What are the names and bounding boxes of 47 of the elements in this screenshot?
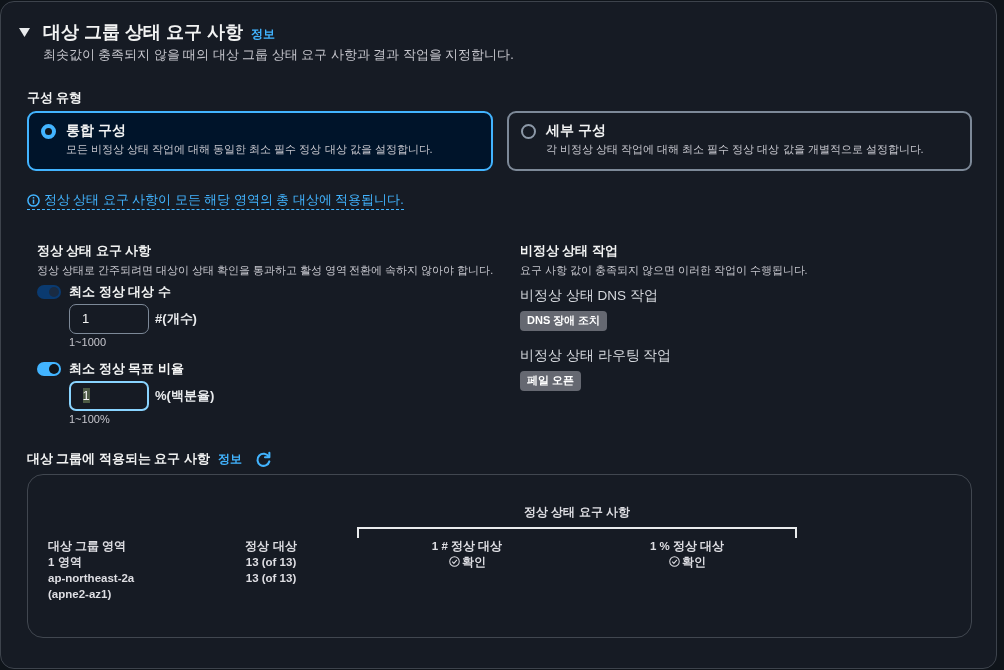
section-heading: 정상 상태 요구 사항 bbox=[37, 242, 152, 260]
toggle-label: 최소 정상 대상 수 bbox=[69, 282, 171, 301]
action-value-tag: 페일 오픈 bbox=[520, 370, 582, 391]
section-heading: 비정상 상태 작업 bbox=[520, 242, 618, 260]
option-description: 각 비정상 상태 작업에 대해 최소 필수 정상 대상 값을 개별적으로 설정합니다. bbox=[546, 142, 924, 157]
radio-card[interactable]: 세부 구성 각 비정상 상태 작업에 대해 최소 필수 정상 대상 값을 개별적으로 설정합니다. bbox=[507, 111, 972, 171]
radio-button[interactable] bbox=[41, 124, 56, 139]
status-text: 확인 bbox=[681, 554, 706, 570]
action-value-tag: DNS 장애 조치 bbox=[520, 310, 608, 331]
radio-button[interactable] bbox=[521, 124, 536, 139]
section-description: 정상 상태로 간주되려면 대상이 상태 확인을 통과하고 활성 영역 전환에 속하지 않아야 합니다. bbox=[37, 262, 494, 278]
action-label: 비정상 상태 DNS 작업 bbox=[520, 286, 658, 305]
column-group-header: 정상 상태 요구 사항 bbox=[524, 504, 630, 520]
check-circle-icon bbox=[668, 556, 680, 567]
action-label: 비정상 상태 라우팅 작업 bbox=[520, 346, 672, 365]
table-cell-text: 13 (of 13) bbox=[245, 570, 297, 586]
caret-icon[interactable] bbox=[19, 26, 30, 38]
section-title: 대상 그룹 상태 요구 사항 bbox=[43, 21, 243, 43]
toggle-switch[interactable] bbox=[37, 361, 61, 376]
radio-card[interactable]: 통합 구성 모든 비정상 상태 작업에 대해 동일한 최소 필수 정상 대상 값을 설정합니다. bbox=[27, 111, 493, 171]
field-label: 구성 유형 bbox=[27, 90, 83, 107]
unit-label: #(개수) bbox=[155, 309, 197, 328]
column-header: 대상 그룹 영역 bbox=[48, 538, 127, 554]
column-header: 정상 대상 bbox=[245, 538, 297, 554]
section-heading: 대상 그룹에 적용되는 요구 사항 bbox=[27, 451, 210, 468]
table-cell-text: 13 (of 13) bbox=[245, 554, 297, 570]
info-icon bbox=[27, 193, 40, 207]
check-circle-icon bbox=[448, 556, 460, 567]
option-title: 세부 구성 bbox=[546, 122, 606, 140]
hint-text: 1~1000 bbox=[69, 334, 106, 349]
number-input[interactable]: 1 bbox=[69, 380, 149, 411]
refresh-icon[interactable] bbox=[254, 451, 272, 468]
option-title: 통합 구성 bbox=[66, 122, 126, 140]
info-popover-link[interactable]: 정상 상태 요구 사항이 모든 해당 영역의 총 대상에 적용됩니다. bbox=[27, 191, 404, 210]
column-header: 1 # 정상 대상 bbox=[431, 538, 503, 554]
toggle-label: 최소 정상 목표 비율 bbox=[69, 359, 184, 378]
table-cell-text: ap-northeast-2a (apne2-az1) bbox=[48, 570, 136, 602]
info-link[interactable]: 정보 bbox=[251, 27, 275, 41]
info-link[interactable]: 정보 bbox=[217, 452, 242, 467]
section-description: 요구 사항 값이 충족되지 않으면 이러한 작업이 수행됩니다. bbox=[520, 262, 808, 278]
unit-label: %(백분율) bbox=[155, 386, 215, 405]
section-description: 최솟값이 충족되지 않을 때의 대상 그룹 상태 요구 사항과 결과 작업을 지정합니다. bbox=[43, 47, 514, 64]
column-header: 1 % 정상 대상 bbox=[649, 538, 725, 554]
hint-text: 1~100% bbox=[69, 411, 110, 426]
status-text: 확인 bbox=[461, 554, 486, 570]
table-cell-text: 1 영역 bbox=[48, 554, 83, 570]
option-description: 모든 비정상 상태 작업에 대해 동일한 최소 필수 정상 대상 값을 설정합니다. bbox=[66, 142, 433, 157]
